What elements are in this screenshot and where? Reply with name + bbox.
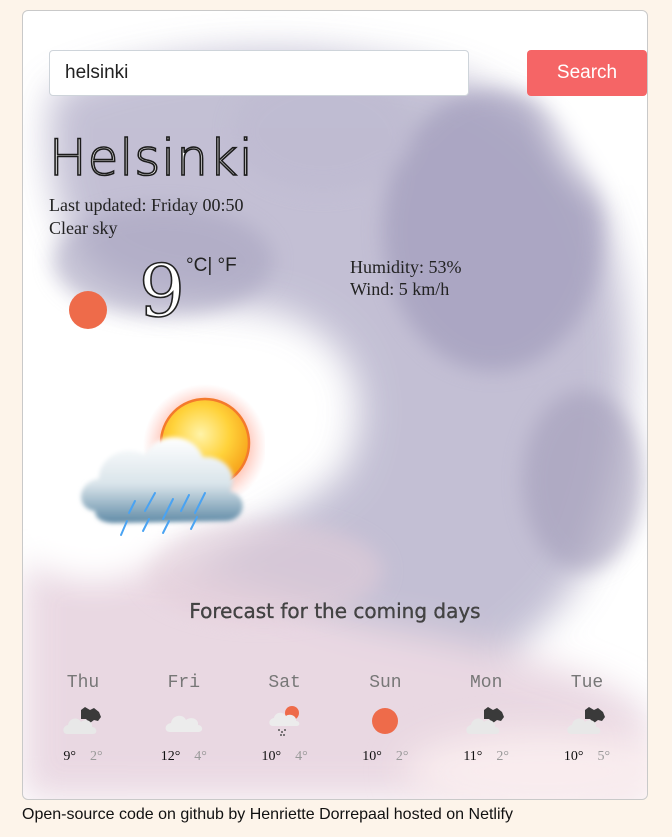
- fahrenheit-link[interactable]: °F: [212, 255, 237, 276]
- forecast-day: Tue 10° 5°: [537, 673, 637, 765]
- sun-icon: [69, 291, 107, 329]
- cloud-icon: [165, 715, 202, 732]
- broken-clouds-icon: [63, 707, 101, 734]
- forecast-day: Sun 10° 2°: [335, 673, 435, 765]
- github-link[interactable]: github: [180, 806, 224, 823]
- forecast-min-temp: 2°: [395, 749, 409, 764]
- forecast-max-temp: 10°: [362, 749, 382, 764]
- forecast-day-name: Thu: [66, 673, 100, 693]
- wind: Wind: 5 km/h: [350, 279, 450, 299]
- forecast-min-temp: 4°: [194, 749, 207, 764]
- netlify-link[interactable]: Netlify: [469, 806, 513, 823]
- unit-toggle: °C| °F: [186, 255, 237, 277]
- current-temperature: 9: [138, 248, 185, 334]
- forecast-day-name: Sun: [369, 673, 402, 693]
- forecast-min-temp: 2°: [496, 749, 510, 764]
- forecast-max-temp: 10°: [261, 749, 282, 764]
- forecast-max-temp: 10°: [563, 749, 584, 764]
- last-updated: Last updated: Friday 00:50: [49, 195, 244, 215]
- city-search-input[interactable]: [49, 50, 469, 96]
- broken-clouds-icon: [466, 707, 505, 734]
- humidity: Humidity: 53%: [350, 257, 462, 277]
- forecast-day: Sat 10° 4°: [235, 673, 335, 765]
- broken-clouds-icon: [567, 707, 605, 734]
- city-name: Helsinki: [48, 128, 254, 188]
- forecast-min-temp: 4°: [295, 749, 308, 764]
- forecast-day: Fri 12° 4°: [134, 673, 234, 765]
- weather-card: Search Helsinki Last updated: Friday 00:…: [22, 10, 648, 800]
- search-button[interactable]: Search: [527, 50, 647, 96]
- forecast-list: Thu 9° 2° Fri 12° 4° Sat 10° 4° Sun 10° …: [33, 673, 637, 765]
- forecast-day: Mon 11° 2°: [436, 673, 536, 765]
- footer-middle: by Henriette Dorrepaal hosted on: [223, 806, 469, 823]
- sun-icon: [372, 708, 399, 734]
- forecast-day: Thu 9° 2°: [33, 673, 133, 765]
- footer: Open-source code on github by Henriette …: [22, 806, 513, 824]
- forecast-title: Forecast for the coming days: [189, 599, 481, 623]
- weather-details: Humidity: 53% Wind: 5 km/h: [350, 256, 462, 300]
- forecast-max-temp: 12°: [160, 749, 181, 764]
- forecast-min-temp: 5°: [597, 749, 611, 764]
- weather-description: Clear sky: [49, 218, 118, 238]
- forecast-day-name: Fri: [167, 673, 200, 693]
- sun-cloud-rain-icon: [81, 384, 265, 536]
- sun-cloud-rain-icon: [268, 706, 299, 736]
- forecast-day-name: Sat: [268, 673, 301, 693]
- footer-prefix: Open-source code on: [22, 806, 181, 823]
- forecast-min-temp: 2°: [90, 749, 103, 764]
- search-form: Search: [49, 50, 647, 98]
- forecast-day-name: Mon: [469, 673, 503, 693]
- celsius-link[interactable]: °C: [186, 255, 207, 276]
- forecast-max-temp: 11°: [463, 749, 483, 764]
- forecast-day-name: Tue: [570, 673, 604, 693]
- forecast-max-temp: 9°: [63, 749, 76, 764]
